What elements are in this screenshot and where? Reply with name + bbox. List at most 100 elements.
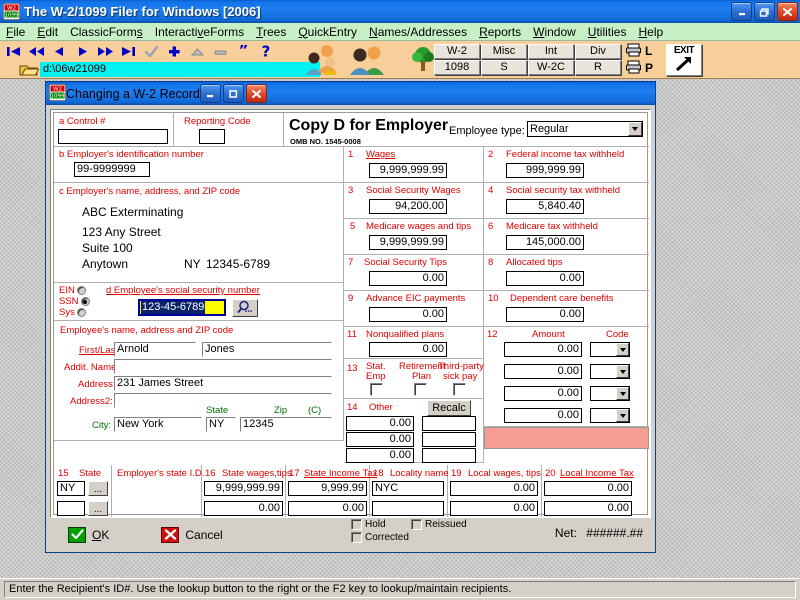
- state-row-2-lookup-button[interactable]: ...: [88, 501, 108, 516]
- box-8-input[interactable]: 0.00: [506, 271, 584, 286]
- box-14-amount-input[interactable]: 0.00: [346, 416, 414, 431]
- form-button-int[interactable]: Int: [528, 44, 574, 59]
- state-row-1-local-wages-input[interactable]: 0.00: [450, 481, 538, 496]
- maximize-icon[interactable]: [222, 84, 244, 103]
- state-row-1-state-input[interactable]: NY: [57, 481, 85, 496]
- hold-checkbox-row[interactable]: Hold: [351, 519, 386, 530]
- radio-sys[interactable]: [76, 308, 86, 317]
- employee-last-name-input[interactable]: Jones: [202, 342, 332, 357]
- close-icon[interactable]: [777, 2, 798, 21]
- state-row-2-state-tax-input[interactable]: 0.00: [288, 501, 367, 516]
- add-plus-icon[interactable]: [163, 42, 186, 61]
- minimize-icon[interactable]: [731, 2, 752, 21]
- box-12-amount-input[interactable]: 0.00: [504, 386, 582, 401]
- printer-row-l[interactable]: L: [626, 43, 653, 59]
- first-record-icon[interactable]: [2, 42, 25, 61]
- hold-checkbox[interactable]: [351, 519, 362, 530]
- employee-first-name-input[interactable]: Arnold: [114, 342, 196, 357]
- box-14-desc-input[interactable]: [422, 432, 476, 447]
- state-row-1-lookup-button[interactable]: ...: [88, 481, 108, 496]
- delete-minus-icon[interactable]: [209, 42, 232, 61]
- box-6-input[interactable]: 145,000.00: [506, 235, 584, 250]
- chevron-down-icon[interactable]: [616, 343, 629, 356]
- employee-ssn-input[interactable]: 123-45-6789: [138, 299, 226, 316]
- box-2-input[interactable]: 999,999.99: [506, 163, 584, 178]
- menu-help[interactable]: Help: [632, 23, 669, 41]
- employee-state-input[interactable]: NY: [206, 417, 236, 432]
- help-question-icon[interactable]: ?: [255, 42, 278, 61]
- radio-ssn[interactable]: [80, 297, 90, 306]
- prev-record-icon[interactable]: [48, 42, 71, 61]
- box-1-input[interactable]: 9,999,999.99: [369, 163, 447, 178]
- box-13-retirement-checkbox[interactable]: [414, 383, 427, 396]
- menu-reports[interactable]: Reports: [473, 23, 527, 41]
- box-12-amount-input[interactable]: 0.00: [504, 342, 582, 357]
- menu-classicforms[interactable]: ClassicForms: [64, 23, 149, 41]
- ssn-lookup-button[interactable]: [232, 299, 258, 317]
- box-13-stat-emp-checkbox[interactable]: [370, 383, 383, 396]
- box-9-input[interactable]: 0.00: [369, 307, 447, 322]
- quote-icon[interactable]: ”: [232, 42, 255, 61]
- chevron-down-icon[interactable]: [616, 365, 629, 378]
- printer-row-p[interactable]: P: [626, 60, 653, 76]
- chevron-down-icon[interactable]: [616, 387, 629, 400]
- payers-group-icon[interactable]: [303, 43, 341, 77]
- file-path-field[interactable]: d:\06w21099: [40, 62, 320, 77]
- recalc-button[interactable]: Recalc: [427, 400, 471, 416]
- form-button-r[interactable]: R: [575, 60, 621, 75]
- minimize-icon[interactable]: [199, 84, 221, 103]
- box-3-input[interactable]: 94,200.00: [369, 199, 447, 214]
- employee-addit-name-input[interactable]: [114, 359, 332, 374]
- state-row-2-locality-input[interactable]: [372, 501, 444, 516]
- form-button-div[interactable]: Div: [575, 44, 621, 59]
- box-7-input[interactable]: 0.00: [369, 271, 447, 286]
- state-row-2-state-input[interactable]: [57, 501, 85, 516]
- form-button-misc[interactable]: Misc: [481, 44, 527, 59]
- box-14-desc-input[interactable]: [422, 448, 476, 463]
- box-12-code-select[interactable]: [590, 386, 630, 401]
- prev-page-icon[interactable]: [25, 42, 48, 61]
- state-row-2-local-tax-input[interactable]: 0.00: [544, 501, 632, 516]
- employee-type-select[interactable]: Regular: [527, 121, 643, 137]
- form-button-w2c[interactable]: W-2C: [528, 60, 574, 75]
- ok-button[interactable]: OK: [68, 526, 109, 543]
- next-record-icon[interactable]: [71, 42, 94, 61]
- corrected-checkbox[interactable]: [351, 532, 362, 543]
- employer-ein-input[interactable]: 99-9999999: [74, 162, 150, 177]
- state-row-1-state-wages-input[interactable]: 9,999,999.99: [204, 481, 283, 496]
- state-row-2-state-wages-input[interactable]: 0.00: [204, 501, 283, 516]
- chevron-down-icon[interactable]: [628, 122, 642, 136]
- box-12-amount-input[interactable]: 0.00: [504, 408, 582, 423]
- close-icon[interactable]: [245, 84, 267, 103]
- box-14-amount-input[interactable]: 0.00: [346, 448, 414, 463]
- id-type-ein-option[interactable]: EIN: [59, 285, 86, 296]
- menu-quickentry[interactable]: QuickEntry: [292, 23, 363, 41]
- form-button-1098[interactable]: 1098: [434, 60, 480, 75]
- box-12-code-select[interactable]: [590, 364, 630, 379]
- state-row-1-state-tax-input[interactable]: 9,999.99: [288, 481, 367, 496]
- corrected-checkbox-row[interactable]: Corrected: [351, 532, 409, 543]
- up-triangle-icon[interactable]: [186, 42, 209, 61]
- state-row-1-local-tax-input[interactable]: 0.00: [544, 481, 632, 496]
- menu-utilities[interactable]: Utilities: [582, 23, 633, 41]
- menu-trees[interactable]: Trees: [250, 23, 292, 41]
- menu-file[interactable]: File: [0, 23, 31, 41]
- open-folder-icon[interactable]: [18, 62, 40, 77]
- employee-address-input[interactable]: 231 James Street: [114, 376, 332, 391]
- box-4-input[interactable]: 5,840.40: [506, 199, 584, 214]
- employee-zip-input[interactable]: 12345: [240, 417, 332, 432]
- state-row-1-locality-input[interactable]: NYC: [372, 481, 444, 496]
- last-record-icon[interactable]: [117, 42, 140, 61]
- box-10-input[interactable]: 0.00: [506, 307, 584, 322]
- box-14-desc-input[interactable]: [422, 416, 476, 431]
- menu-names-addresses[interactable]: Names/Addresses: [363, 23, 473, 41]
- control-number-input[interactable]: [58, 129, 168, 144]
- radio-ein[interactable]: [76, 286, 86, 295]
- box-13-thirdparty-checkbox[interactable]: [453, 383, 466, 396]
- restore-icon[interactable]: [754, 2, 775, 21]
- next-page-icon[interactable]: [94, 42, 117, 61]
- reissued-checkbox-row[interactable]: Reissued: [411, 519, 467, 530]
- menu-interactiveforms[interactable]: InteractiveForms: [149, 23, 250, 41]
- box-11-input[interactable]: 0.00: [369, 342, 447, 357]
- box-12-code-select[interactable]: [590, 342, 630, 357]
